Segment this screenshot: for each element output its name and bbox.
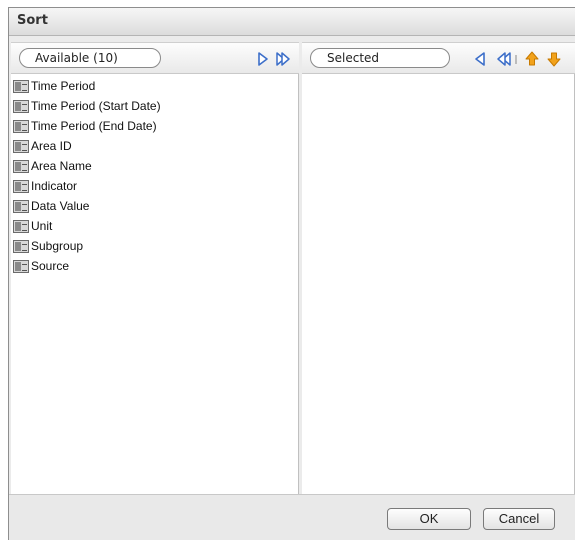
list-item[interactable]: Indicator [13, 176, 77, 196]
list-item-label: Indicator [31, 179, 78, 193]
dialog-titlebar[interactable]: Sort [9, 8, 575, 36]
move-right-icon[interactable] [255, 51, 271, 67]
field-icon [13, 79, 29, 93]
list-item-label: Area ID [31, 139, 72, 153]
list-item[interactable]: Subgroup [13, 236, 83, 256]
available-list[interactable]: Time Period Time Period (Start Date) Tim… [11, 74, 299, 501]
selected-list[interactable] [302, 74, 575, 501]
list-item-label: Time Period [31, 79, 96, 93]
field-icon [13, 179, 29, 193]
dialog-title: Sort [17, 13, 48, 28]
list-item-label: Time Period (Start Date) [31, 99, 161, 113]
available-header-label: Available (10) [19, 48, 161, 68]
list-item-label: Time Period (End Date) [31, 119, 157, 133]
sort-dialog: Sort Available (10) Selected Time Period… [8, 7, 575, 540]
list-item[interactable]: Time Period [13, 76, 95, 96]
list-item-label: Data Value [31, 199, 90, 213]
field-icon [13, 139, 29, 153]
list-item-label: Subgroup [31, 239, 84, 253]
field-icon [13, 119, 29, 133]
field-icon [13, 219, 29, 233]
selected-header-label: Selected [310, 48, 450, 68]
selected-pane-header: Selected [302, 42, 575, 74]
list-item[interactable]: Area Name [13, 156, 92, 176]
cancel-button[interactable]: Cancel [483, 508, 555, 530]
move-left-icon[interactable] [472, 51, 488, 67]
move-all-left-icon[interactable] [494, 51, 511, 67]
field-icon [13, 239, 29, 253]
list-item[interactable]: Data Value [13, 196, 89, 216]
list-item[interactable]: Time Period (Start Date) [13, 96, 161, 116]
list-item[interactable]: Source [13, 256, 69, 276]
list-item-label: Unit [31, 219, 53, 233]
list-item[interactable]: Area ID [13, 136, 72, 156]
field-icon [13, 159, 29, 173]
field-icon [13, 259, 29, 273]
list-item-label: Source [31, 259, 70, 273]
list-item[interactable]: Unit [13, 216, 52, 236]
move-all-right-icon[interactable] [275, 51, 291, 67]
move-up-icon[interactable] [524, 51, 540, 67]
toolbar-separator [514, 51, 518, 67]
list-item[interactable]: Time Period (End Date) [13, 116, 157, 136]
list-item-label: Area Name [31, 159, 92, 173]
available-pane-header: Available (10) [11, 42, 299, 74]
dialog-footer: OK Cancel [9, 494, 575, 540]
move-down-icon[interactable] [546, 51, 562, 67]
ok-button[interactable]: OK [387, 508, 471, 530]
field-icon [13, 199, 29, 213]
field-icon [13, 99, 29, 113]
